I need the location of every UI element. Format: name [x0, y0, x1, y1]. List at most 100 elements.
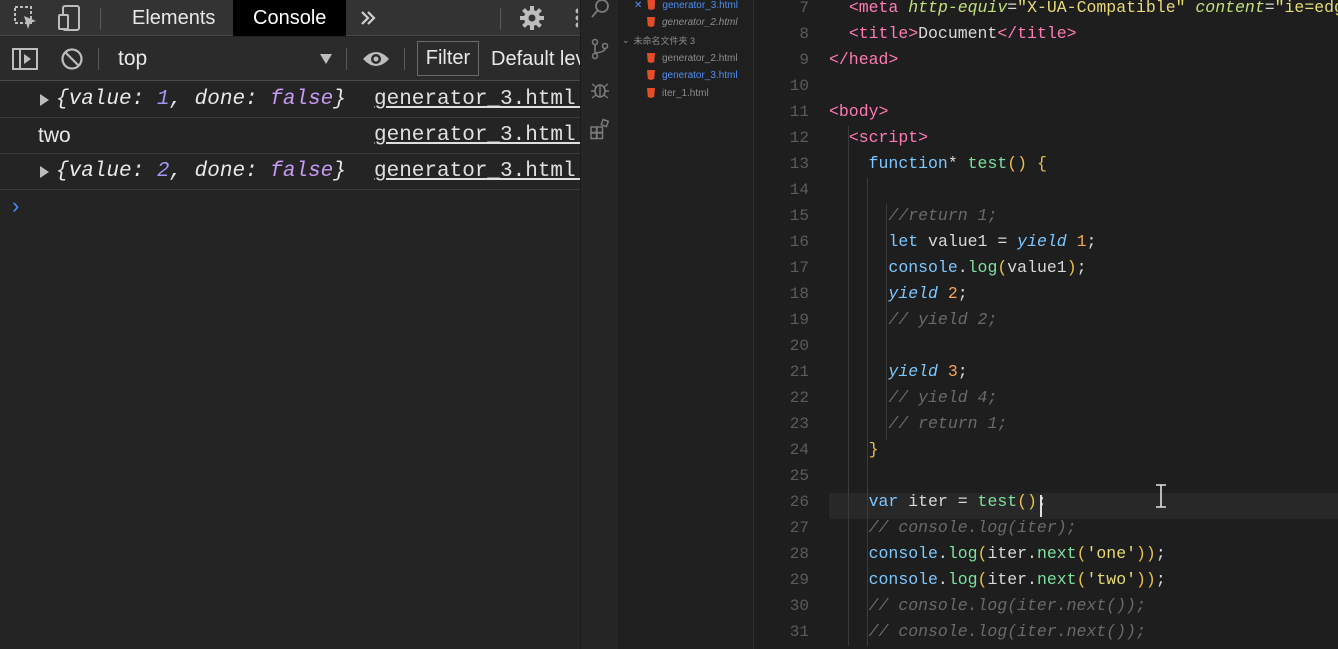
code-line[interactable]: // yield 2;: [829, 307, 997, 333]
expand-triangle-icon[interactable]: [40, 166, 49, 178]
device-toggle-icon[interactable]: [54, 0, 86, 36]
line-number: 11: [789, 103, 809, 121]
code-token: // console.log(iter.next());: [868, 596, 1146, 615]
code-line[interactable]: console.log(iter.next('two'));: [829, 567, 1166, 593]
console-row[interactable]: two generator_3.html:: [0, 118, 580, 154]
eye-icon[interactable]: [360, 37, 392, 81]
code-line[interactable]: var iter = test();: [829, 489, 1047, 515]
kebab-icon[interactable]: [568, 0, 580, 36]
gear-icon[interactable]: [516, 0, 548, 36]
code-token: }: [868, 440, 879, 459]
extensions-icon[interactable]: [589, 118, 611, 140]
code-token: (: [997, 258, 1008, 277]
explorer-item[interactable]: generator_2.html: [647, 14, 738, 30]
inspect-icon[interactable]: [10, 0, 42, 36]
console-row[interactable]: {value: 2, done: false} generator_3.html…: [0, 154, 580, 190]
log-levels-dropdown[interactable]: Default lev: [491, 37, 580, 81]
activity-bar: [580, 0, 618, 649]
code-line[interactable]: <script>: [829, 125, 928, 151]
sidebar-toggle-icon[interactable]: [10, 37, 40, 81]
code-line[interactable]: // console.log(iter.next());: [829, 593, 1146, 619]
line-number: 28: [789, 545, 809, 563]
console-message: two: [38, 124, 71, 147]
code-token: (: [1076, 570, 1087, 589]
search-icon[interactable]: [589, 0, 611, 20]
code-token: yield: [1017, 232, 1067, 251]
code-line[interactable]: //return 1;: [829, 203, 997, 229]
explorer-item[interactable]: iter_1.html: [647, 85, 709, 101]
line-number: 14: [789, 181, 809, 199]
console-row[interactable]: {value: 1, done: false} generator_3.html…: [0, 82, 580, 118]
html-file-icon: [647, 17, 655, 27]
console-source-link[interactable]: generator_3.html:: [374, 124, 580, 147]
code-editor[interactable]: 7 8 9 10 11 12 13 14 15 16 17 18 19 20 21 22 23 24 25 26 27 2…: [754, 0, 1338, 649]
line-number: 12: [789, 129, 809, 147]
code-token: *: [947, 154, 968, 173]
html-file-icon: [647, 70, 655, 80]
explorer-item[interactable]: generator_2.html: [647, 50, 738, 66]
code-token: console: [888, 258, 958, 277]
explorer-item[interactable]: ✕ generator_3.html: [634, 0, 738, 13]
devtools-tab-bar: Elements Console: [0, 0, 580, 36]
tab-console[interactable]: Console: [233, 0, 347, 36]
clear-console-icon[interactable]: [58, 37, 86, 81]
code-line[interactable]: // console.log(iter.next());: [829, 619, 1146, 645]
code-token: 1: [1076, 232, 1087, 251]
code-token: "ie=edge": [1274, 0, 1338, 17]
line-number: 25: [789, 467, 809, 485]
code-line[interactable]: // yield 4;: [829, 385, 997, 411]
code-line[interactable]: console.log(value1);: [829, 255, 1087, 281]
more-tabs-icon[interactable]: [354, 0, 382, 36]
toolbar-separator: [346, 48, 347, 70]
code-token: value1 =: [918, 232, 1018, 251]
code-token: <script>: [848, 128, 929, 147]
code-line[interactable]: // console.log(iter);: [829, 515, 1077, 541]
code-line[interactable]: yield 2;: [829, 281, 967, 307]
chevron-down-icon: [320, 54, 332, 64]
close-icon[interactable]: ✕: [634, 0, 642, 11]
toolbar-separator: [404, 48, 405, 70]
filter-input[interactable]: Filter: [417, 41, 479, 76]
line-number: 20: [789, 337, 809, 355]
code-line[interactable]: }: [829, 437, 879, 463]
code-line[interactable]: yield 3;: [829, 359, 968, 385]
code-token: (: [977, 570, 988, 589]
code-token: ;: [957, 362, 968, 381]
context-select[interactable]: top: [108, 43, 338, 75]
code-line[interactable]: // return 1;: [829, 411, 1007, 437]
code-token: ;: [1086, 232, 1097, 251]
line-number: 13: [789, 155, 809, 173]
code-line[interactable]: <title>Document</title>: [829, 21, 1077, 47]
code-line[interactable]: <body>: [829, 99, 888, 125]
code-token: ;: [1076, 258, 1087, 277]
code-line[interactable]: <meta http-equiv="X-UA-Compatible" conte…: [829, 0, 1338, 21]
console-output: {value: 1, done: false} generator_3.html…: [0, 82, 580, 190]
tab-elements[interactable]: Elements: [112, 0, 235, 36]
console-prompt[interactable]: ›: [12, 193, 19, 219]
toolbar-separator: [98, 48, 99, 70]
line-number: 27: [789, 519, 809, 537]
explorer-folder[interactable]: ⌄ 未命名文件夹 3: [622, 32, 695, 48]
code-line[interactable]: </head>: [829, 47, 898, 73]
tab-separator: [500, 8, 501, 30]
code-token: function: [868, 154, 948, 173]
console-source-link[interactable]: generator_3.html:: [374, 88, 580, 111]
console-source-link[interactable]: generator_3.html:: [374, 160, 580, 183]
code-line[interactable]: function* test() {: [829, 151, 1047, 177]
expand-triangle-icon[interactable]: [40, 94, 49, 106]
code-line[interactable]: console.log(iter.next('one'));: [829, 541, 1166, 567]
code-token: yield: [888, 362, 938, 381]
code-token: Document: [918, 24, 998, 43]
code-token: http-equiv: [908, 0, 1008, 17]
code-line[interactable]: let value1 = yield 1;: [829, 229, 1096, 255]
source-control-icon[interactable]: [589, 38, 611, 60]
debug-icon[interactable]: [589, 78, 611, 100]
explorer-item[interactable]: generator_3.html: [647, 67, 738, 83]
